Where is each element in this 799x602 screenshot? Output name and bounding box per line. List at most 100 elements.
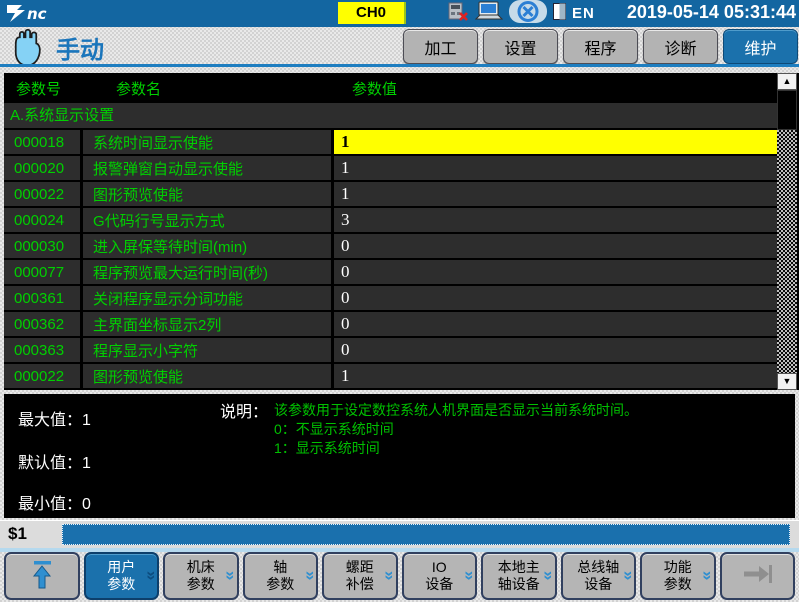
return-button[interactable] <box>4 552 80 600</box>
tab-maintenance[interactable]: 维护 <box>723 29 798 64</box>
softkey-label: 补偿 <box>346 576 374 593</box>
param-name: 报警弹窗自动显示使能 <box>83 156 331 180</box>
mode-label: 手动 <box>56 30 104 65</box>
softkey-label: 轴设备 <box>498 576 540 593</box>
param-value: 0 <box>334 260 777 284</box>
softkey-pitch-compensation[interactable]: 螺距 补偿 » <box>322 552 398 600</box>
param-name: 关闭程序显示分词功能 <box>83 286 331 310</box>
param-no: 000018 <box>4 130 80 154</box>
softkey-label: 本地主 <box>498 559 540 576</box>
softkey-label: 参数 <box>266 576 294 593</box>
remote-pc-icon <box>475 1 503 26</box>
param-value: 0 <box>334 312 777 336</box>
cnc-screen: nc CH0 EN 2019-05-14 05:31:44 <box>0 0 799 602</box>
softkey-label: 轴 <box>273 559 287 576</box>
param-no: 000363 <box>4 338 80 362</box>
tab-machining[interactable]: 加工 <box>403 29 478 64</box>
main-tabs: 加工 设置 程序 诊断 维护 <box>403 29 798 64</box>
brand-logo-icon: nc <box>5 2 75 30</box>
table-row[interactable]: 000077 程序预览最大运行时间(秒) 0 <box>4 260 777 284</box>
description-line: 0：不显示系统时间 <box>274 420 638 439</box>
datetime-display: 2019-05-14 05:31:44 <box>627 2 796 23</box>
table-row[interactable]: 000022 图形预览使能 1 <box>4 182 777 206</box>
param-no: 000024 <box>4 208 80 232</box>
softkey-label: 设备 <box>425 576 453 593</box>
table-row[interactable]: 000030 进入屏保等待时间(min) 0 <box>4 234 777 258</box>
tab-program[interactable]: 程序 <box>563 29 638 64</box>
next-page-arrow-icon <box>741 562 773 590</box>
table-row[interactable]: 000018 系统时间显示使能 1 <box>4 130 777 154</box>
parameter-detail-panel: 最大值：1 默认值：1 最小值：0 说明： 该参数用于设定数控系统人机界面是否显… <box>4 394 795 518</box>
column-header-param-no: 参数号 <box>4 78 83 99</box>
param-value: 0 <box>334 234 777 258</box>
param-no: 000077 <box>4 260 80 284</box>
chevron-down-icon: » <box>305 571 315 580</box>
param-name: 主界面坐标显示2列 <box>83 312 331 336</box>
softkey-axis-params[interactable]: 轴 参数 » <box>243 552 319 600</box>
softkey-label: IO <box>432 559 447 576</box>
softkey-label: 参数 <box>664 576 692 593</box>
language-indicator: EN <box>572 5 595 22</box>
table-row[interactable]: 000361 关闭程序显示分词功能 0 <box>4 286 777 310</box>
param-no: 000022 <box>4 364 80 388</box>
description-label: 说明： <box>220 398 268 422</box>
table-row[interactable]: 000020 报警弹窗自动显示使能 1 <box>4 156 777 180</box>
tab-settings[interactable]: 设置 <box>483 29 558 64</box>
chevron-down-icon: » <box>385 571 395 580</box>
softkey-label: 参数 <box>187 576 215 593</box>
param-value-selected[interactable]: 1 <box>334 130 777 154</box>
column-header-param-value: 参数值 <box>334 78 777 99</box>
table-header: 参数号 参数名 参数值 <box>4 73 777 103</box>
softkey-io-device[interactable]: IO 设备 » <box>402 552 478 600</box>
softkey-machine-params[interactable]: 机床 参数 » <box>163 552 239 600</box>
param-no: 000020 <box>4 156 80 180</box>
param-name: 程序预览最大运行时间(秒) <box>83 260 331 284</box>
softkey-label: 用户 <box>107 559 135 576</box>
softkey-local-spindle-device[interactable]: 本地主 轴设备 » <box>481 552 557 600</box>
param-name: G代码行号显示方式 <box>83 208 331 232</box>
svg-text:nc: nc <box>27 5 47 23</box>
softkey-label: 设备 <box>584 576 612 593</box>
softkey-user-params[interactable]: 用户 参数 » <box>84 552 160 600</box>
param-value: 1 <box>334 156 777 180</box>
parameter-table: 参数号 参数名 参数值 A.系统显示设置 000018 系统时间显示使能 1 0… <box>4 73 799 390</box>
mode-bar: 手动 加工 设置 程序 诊断 维护 <box>0 27 799 64</box>
chevron-down-icon: » <box>146 571 156 580</box>
next-page-button[interactable] <box>720 552 796 600</box>
table-scrollbar: ▲ ▼ <box>777 73 797 390</box>
softkey-bar: 用户 参数 » 机床 参数 » 轴 参数 » 螺距 补偿 » IO 设备 » 本… <box>0 552 799 602</box>
table-row[interactable]: 000363 程序显示小字符 0 <box>4 338 777 362</box>
chevron-down-icon: » <box>464 571 474 580</box>
tab-diagnosis[interactable]: 诊断 <box>643 29 718 64</box>
softkey-label: 螺距 <box>346 559 374 576</box>
param-no: 000361 <box>4 286 80 310</box>
softkey-label: 机床 <box>187 559 215 576</box>
mode-bar-divider <box>0 64 799 67</box>
param-value: 0 <box>334 286 777 310</box>
chevron-down-icon: » <box>623 571 633 580</box>
description-line: 1：显示系统时间 <box>274 439 638 458</box>
scrollbar-thumb[interactable] <box>777 90 797 130</box>
param-no: 000030 <box>4 234 80 258</box>
column-header-param-name: 参数名 <box>83 78 334 99</box>
table-row[interactable]: 000022 图形预览使能 1 <box>4 364 777 388</box>
param-name: 图形预览使能 <box>83 182 331 206</box>
default-value-text: 默认值：1 <box>18 449 91 473</box>
scrollbar-down-arrow[interactable]: ▼ <box>777 373 797 390</box>
softkey-bus-axis-device[interactable]: 总线轴 设备 » <box>561 552 637 600</box>
param-name: 进入屏保等待时间(min) <box>83 234 331 258</box>
softkey-function-params[interactable]: 功能 参数 » <box>640 552 716 600</box>
min-value-text: 最小值：0 <box>18 490 91 514</box>
param-value: 1 <box>334 364 777 388</box>
disconnect-icon[interactable] <box>509 0 547 28</box>
machine-offline-icon <box>448 2 469 26</box>
scrollbar-track[interactable] <box>777 130 797 373</box>
chevron-down-icon: » <box>703 571 713 580</box>
param-no: 000362 <box>4 312 80 336</box>
table-row[interactable]: 000024 G代码行号显示方式 3 <box>4 208 777 232</box>
table-row[interactable]: 000362 主界面坐标显示2列 0 <box>4 312 777 336</box>
chevron-down-icon: » <box>544 571 554 580</box>
scrollbar-up-arrow[interactable]: ▲ <box>777 73 797 90</box>
status-progress-strip <box>62 524 790 545</box>
channel-badge: CH0 <box>338 2 406 24</box>
